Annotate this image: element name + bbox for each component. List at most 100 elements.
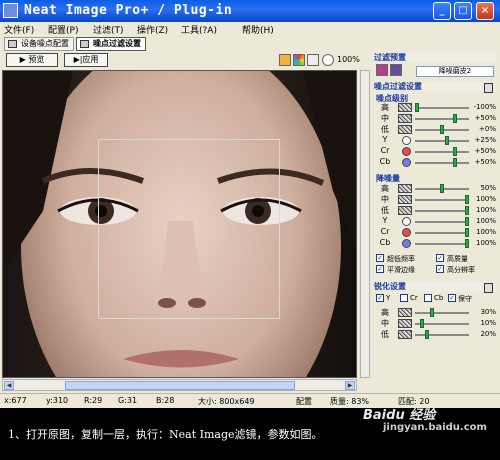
menu-tools[interactable]: 工具(?A) (181, 23, 217, 36)
slider-knob[interactable] (465, 206, 469, 215)
slider-track[interactable] (415, 195, 469, 204)
option-checkbox[interactable]: ✓ (436, 254, 444, 262)
sharpen-channel-checkbox[interactable] (424, 294, 432, 302)
scroll-left-icon[interactable]: ◀ (4, 381, 14, 390)
slider-track[interactable] (415, 330, 469, 339)
channel-circle-icon (402, 136, 411, 145)
slider-knob[interactable] (465, 228, 469, 237)
slider-track[interactable] (415, 239, 469, 248)
slider-label: 高 (381, 103, 389, 112)
watermark: Baidu 经验 jingyan.baidu.com (363, 404, 493, 440)
scroll-right-icon[interactable]: ▶ (345, 381, 355, 390)
slider-label: Cb (379, 238, 391, 247)
slider-label: 高 (381, 184, 389, 193)
tab-noise-filter[interactable]: 噪点过滤设置 (76, 37, 146, 51)
slider-track[interactable] (415, 217, 469, 226)
slider-knob[interactable] (420, 319, 424, 328)
slider-value: +50% (474, 158, 496, 166)
slider-knob[interactable] (465, 195, 469, 204)
slider-track[interactable] (415, 206, 469, 215)
slider-track[interactable] (415, 136, 469, 145)
slider-track[interactable] (415, 114, 469, 123)
frequency-pattern-icon (398, 319, 412, 328)
slider-track[interactable] (415, 158, 469, 167)
slider-track[interactable] (415, 228, 469, 237)
slider-label: 低 (381, 330, 389, 339)
slider-track[interactable] (415, 125, 469, 134)
status-b: B:28 (156, 396, 175, 405)
app-icon (3, 3, 18, 18)
frequency-pattern-icon (398, 330, 412, 339)
save-preset-icon[interactable] (390, 64, 402, 76)
sharpen-channel-checkbox[interactable]: ✓ (448, 294, 456, 302)
image-preview[interactable] (2, 70, 357, 378)
slider-knob[interactable] (453, 147, 457, 156)
tab-device-profile[interactable]: 设备噪点配置 (4, 37, 74, 51)
maximize-button[interactable]: □ (454, 2, 472, 20)
caption-text: 1、打开原图，复制一层，执行：Neat Image滤镜，参数如图。 (8, 428, 323, 441)
slider-knob[interactable] (465, 217, 469, 226)
speaker-icon[interactable] (307, 54, 319, 66)
slider-knob[interactable] (425, 330, 429, 339)
horizontal-scroll-thumb[interactable] (65, 381, 295, 390)
zoom-icon[interactable] (322, 54, 334, 66)
menu-filter[interactable]: 过滤(T) (93, 23, 124, 36)
slider-knob[interactable] (440, 184, 444, 193)
tools-icon[interactable] (279, 54, 291, 66)
apply-button[interactable]: ▶|应用 (64, 53, 108, 67)
mode-bar: 设备噪点配置 噪点过滤设置 (0, 36, 500, 52)
slider-knob[interactable] (465, 239, 469, 248)
load-preset-icon[interactable] (376, 64, 388, 76)
option-checkbox-label: 平滑边缘 (387, 266, 415, 274)
sharpen-channel-label: Cb (434, 294, 444, 302)
menu-action[interactable]: 操作(Z) (137, 23, 168, 36)
preview-selection[interactable] (98, 139, 280, 319)
slider-track[interactable] (415, 308, 469, 317)
status-size: 大小: 800x649 (198, 397, 255, 406)
color-icon[interactable] (293, 54, 305, 66)
menu-help[interactable]: 帮助(H) (242, 23, 274, 36)
option-checkbox[interactable]: ✓ (376, 265, 384, 273)
slider-value: 10% (480, 319, 496, 327)
option-checkbox[interactable]: ✓ (436, 265, 444, 273)
option-checkbox-label: 超低频率 (387, 255, 415, 263)
preview-button[interactable]: ▶ 预览 (6, 53, 58, 67)
slider-knob[interactable] (453, 114, 457, 123)
vertical-scrollbar[interactable] (360, 70, 370, 378)
slider-value: 100% (475, 228, 496, 236)
sharpen-trash-icon[interactable] (484, 283, 493, 293)
slider-value: 100% (475, 195, 496, 203)
close-button[interactable]: × (476, 2, 494, 20)
sharpen-channel-checkbox[interactable] (400, 294, 408, 302)
preset-dropdown[interactable]: 降噪磨皮2 (416, 66, 494, 77)
app-window: Neat Image Pro+ / Plug-in _ □ × 文件(F) 配置… (0, 0, 500, 408)
sharpen-channel-checkbox[interactable]: ✓ (376, 294, 384, 302)
slider-knob[interactable] (415, 103, 419, 112)
minimize-button[interactable]: _ (433, 2, 451, 20)
watermark-url: jingyan.baidu.com (383, 422, 487, 433)
slider-track[interactable] (415, 147, 469, 156)
option-checkbox-label: 高分辨率 (447, 266, 475, 274)
title-bar: Neat Image Pro+ / Plug-in _ □ × (0, 0, 500, 22)
frequency-pattern-icon (398, 206, 412, 215)
option-checkbox[interactable]: ✓ (376, 254, 384, 262)
slider-track[interactable] (415, 319, 469, 328)
slider-knob[interactable] (445, 136, 449, 145)
status-g: G:31 (118, 396, 138, 405)
slider-knob[interactable] (453, 158, 457, 167)
horizontal-scrollbar[interactable]: ◀ ▶ (2, 379, 357, 391)
menu-file[interactable]: 文件(F) (4, 23, 34, 36)
zoom-level[interactable]: 100% (337, 55, 360, 64)
status-x: x:677 (4, 396, 27, 405)
slider-value: +25% (474, 136, 496, 144)
slider-knob[interactable] (430, 308, 434, 317)
slider-track[interactable] (415, 184, 469, 193)
window-title: Neat Image Pro+ / Plug-in (24, 3, 233, 18)
filter-icon (80, 40, 89, 48)
channel-circle-icon (402, 239, 411, 248)
slider-knob[interactable] (440, 125, 444, 134)
trash-icon[interactable] (484, 83, 493, 93)
slider-track[interactable] (415, 103, 469, 112)
menu-profile[interactable]: 配置(P) (48, 23, 78, 36)
tab-device-profile-label: 设备噪点配置 (21, 39, 69, 48)
